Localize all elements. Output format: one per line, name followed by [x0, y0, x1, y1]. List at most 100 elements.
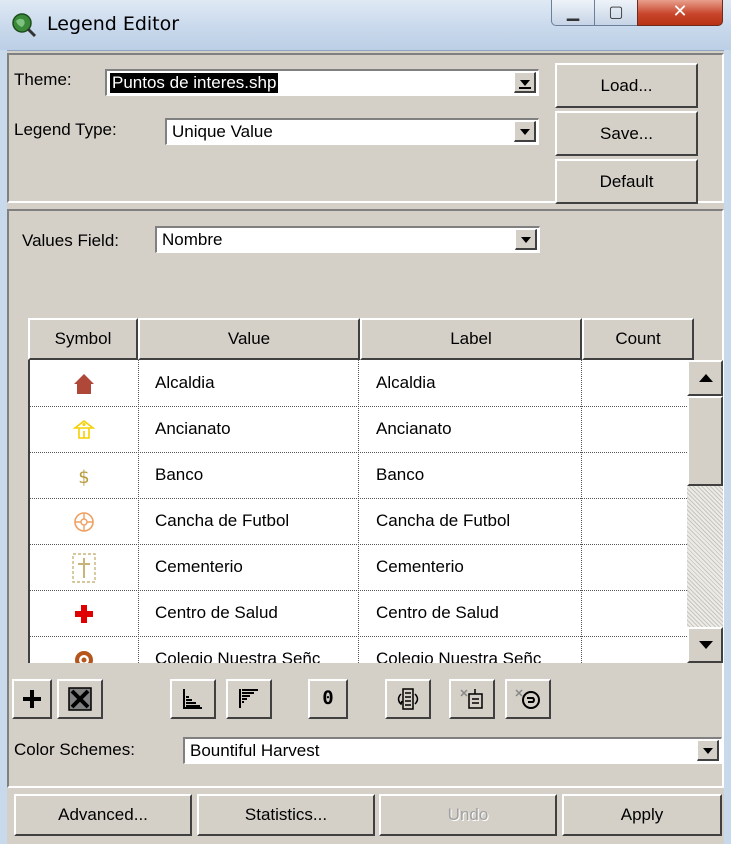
delete-row-button[interactable]	[57, 679, 103, 719]
window-title: Legend Editor	[47, 13, 180, 35]
reverse-symbols-icon	[397, 688, 419, 710]
sort-ascending-icon	[183, 689, 202, 709]
flip-symbols-button[interactable]	[449, 679, 495, 719]
load-button[interactable]: Load...	[555, 63, 698, 108]
symbol-cell[interactable]: $	[30, 452, 139, 497]
label-cell[interactable]: Cancha de Futbol	[360, 498, 582, 543]
label-cell[interactable]: Alcaldia	[360, 360, 582, 405]
values-field-value: Nombre	[162, 230, 223, 249]
legend-type-label: Legend Type:	[14, 120, 117, 139]
window-frame-left	[0, 50, 7, 844]
value-cell[interactable]: Alcaldia	[139, 360, 359, 405]
table-row[interactable]: Alcaldia Alcaldia	[30, 360, 687, 407]
close-button[interactable]: ✕	[637, 0, 723, 26]
value-cell[interactable]: Cementerio	[139, 544, 359, 589]
value-cell[interactable]: Colegio Nuestra Señc	[139, 636, 359, 663]
theme-label: Theme:	[14, 70, 72, 89]
elderly-home-icon	[73, 419, 95, 439]
value-cell[interactable]: Banco	[139, 452, 359, 497]
close-icon: ✕	[672, 1, 688, 22]
symbol-cell[interactable]	[30, 406, 139, 451]
count-cell[interactable]	[583, 360, 687, 405]
house-icon	[74, 373, 94, 394]
flip-symbols-icon	[460, 689, 483, 709]
minimize-button[interactable]: ▁	[551, 0, 595, 26]
legend-table: Symbol Value Label Count Alcaldia Alcald…	[28, 318, 723, 663]
app-globe-icon	[12, 13, 37, 38]
value-cell[interactable]: Ancianato	[139, 406, 359, 451]
school-ring-icon	[75, 650, 93, 663]
count-cell[interactable]	[583, 590, 687, 635]
label-cell[interactable]: Colegio Nuestra Señc	[360, 636, 582, 663]
color-schemes-dropdown[interactable]: Bountiful Harvest	[183, 737, 722, 764]
symbol-settings-icon	[515, 689, 540, 709]
values-field-dropdown[interactable]: Nombre	[155, 226, 540, 253]
label-cell[interactable]: Centro de Salud	[360, 590, 582, 635]
values-field-label: Values Field:	[22, 231, 120, 250]
sort-descending-icon	[239, 689, 258, 708]
sort-descending-button[interactable]	[226, 679, 272, 719]
plus-icon	[23, 690, 41, 708]
apply-button[interactable]: Apply	[562, 794, 722, 836]
count-cell[interactable]	[583, 452, 687, 497]
column-header-label[interactable]: Label	[360, 318, 582, 360]
column-header-symbol[interactable]: Symbol	[28, 318, 138, 360]
label-cell[interactable]: Ancianato	[360, 406, 582, 451]
color-schemes-value: Bountiful Harvest	[190, 741, 320, 760]
red-cross-icon	[75, 604, 93, 623]
title-bar: Legend Editor ▁ ▢ ✕	[0, 0, 731, 51]
zero-label: 0	[322, 687, 334, 709]
column-header-count[interactable]: Count	[582, 318, 694, 360]
sort-ascending-button[interactable]	[170, 679, 216, 719]
count-cell[interactable]	[583, 636, 687, 663]
table-row[interactable]: Colegio Nuestra Señc Colegio Nuestra Señ…	[30, 636, 687, 663]
value-cell[interactable]: Centro de Salud	[139, 590, 359, 635]
table-row[interactable]: Centro de Salud Centro de Salud	[30, 590, 687, 637]
symbol-cell[interactable]	[30, 636, 139, 663]
table-row[interactable]: Cancha de Futbol Cancha de Futbol	[30, 498, 687, 545]
cemetery-cross-icon	[72, 552, 96, 583]
table-row[interactable]: Cementerio Cementerio	[30, 544, 687, 591]
table-row[interactable]: $ Banco Banco	[30, 452, 687, 499]
scroll-thumb[interactable]	[687, 396, 723, 486]
soccer-field-icon	[74, 511, 94, 532]
add-row-button[interactable]	[12, 679, 52, 719]
theme-dropdown[interactable]: Puntos de interes.shp	[105, 69, 539, 96]
dollar-icon: $	[78, 467, 89, 487]
symbol-cell[interactable]	[30, 544, 139, 589]
legend-type-dropdown[interactable]: Unique Value	[165, 118, 539, 145]
table-body: Alcaldia Alcaldia Ancianato Ancianato $ …	[28, 360, 687, 663]
reset-count-button[interactable]: 0	[308, 679, 348, 719]
chevron-down-icon[interactable]	[515, 229, 537, 250]
chevron-down-icon[interactable]	[697, 740, 719, 761]
advanced-button[interactable]: Advanced...	[14, 794, 192, 836]
symbol-cell[interactable]	[30, 360, 139, 405]
reverse-symbols-button[interactable]	[385, 679, 431, 719]
undo-button[interactable]: Undo	[379, 794, 557, 836]
default-button[interactable]: Default	[555, 159, 698, 204]
symbol-cell[interactable]	[30, 498, 139, 543]
symbol-settings-button[interactable]	[505, 679, 551, 719]
value-cell[interactable]: Cancha de Futbol	[139, 498, 359, 543]
chevron-down-icon[interactable]	[514, 121, 536, 142]
symbol-cell[interactable]	[30, 590, 139, 635]
minimize-icon: ▁	[566, 2, 580, 21]
table-row[interactable]: Ancianato Ancianato	[30, 406, 687, 453]
scroll-up-button[interactable]	[687, 360, 723, 396]
delete-icon	[68, 687, 92, 711]
label-cell[interactable]: Cementerio	[360, 544, 582, 589]
svg-text:$: $	[78, 467, 89, 487]
theme-value: Puntos de interes.shp	[110, 73, 279, 93]
table-scrollbar[interactable]	[687, 360, 723, 663]
maximize-button[interactable]: ▢	[594, 0, 638, 26]
chevron-down-icon[interactable]	[514, 72, 536, 93]
column-header-value[interactable]: Value	[138, 318, 360, 360]
color-schemes-label: Color Schemes:	[14, 740, 135, 759]
save-button[interactable]: Save...	[555, 111, 698, 156]
count-cell[interactable]	[583, 406, 687, 451]
count-cell[interactable]	[583, 498, 687, 543]
label-cell[interactable]: Banco	[360, 452, 582, 497]
count-cell[interactable]	[583, 544, 687, 589]
statistics-button[interactable]: Statistics...	[197, 794, 375, 836]
scroll-down-button[interactable]	[687, 627, 723, 663]
